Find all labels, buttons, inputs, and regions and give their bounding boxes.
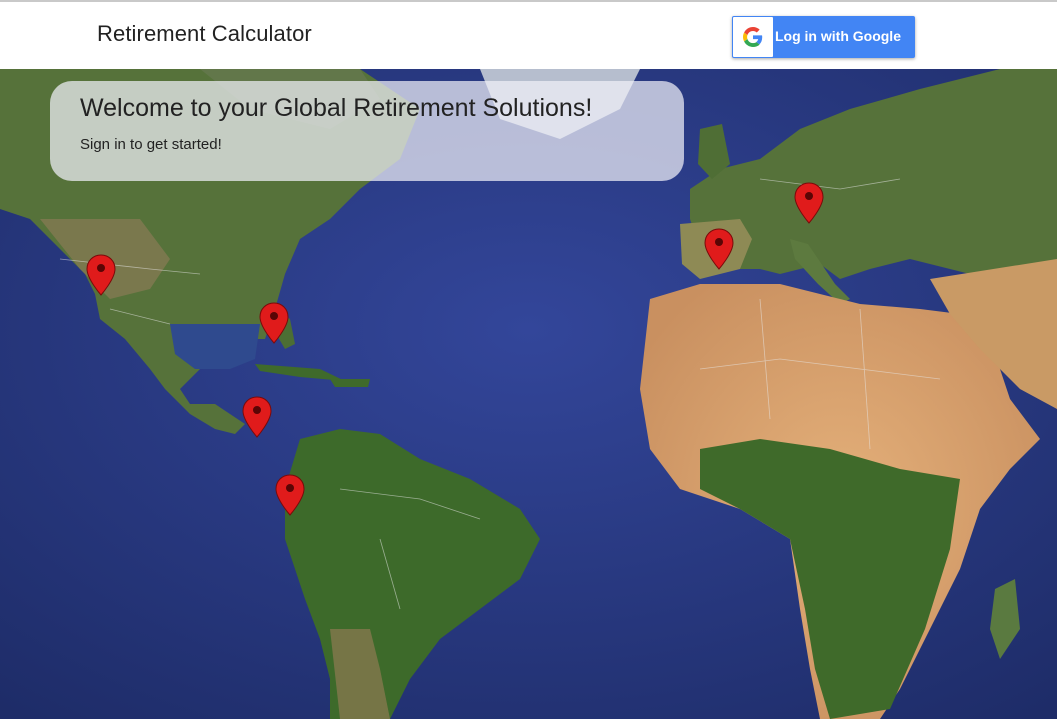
google-login-button[interactable]: Log in with Google [732,16,915,58]
marker-ecuador-icon[interactable] [275,474,305,516]
welcome-title: Welcome to your Global Retirement Soluti… [80,94,593,122]
welcome-subtitle: Sign in to get started! [80,136,222,153]
welcome-card: Welcome to your Global Retirement Soluti… [50,81,684,181]
marker-florida-icon[interactable] [259,302,289,344]
google-logo-icon [733,17,773,57]
marker-southwest-usa-icon[interactable] [86,254,116,296]
app-title: Retirement Calculator [97,21,312,46]
marker-spain-icon[interactable] [704,228,734,270]
app-header: Retirement Calculator Log in with Google [0,2,1057,69]
marker-costa-rica-icon[interactable] [242,396,272,438]
google-login-label: Log in with Google [775,28,901,44]
marker-croatia-icon[interactable] [794,182,824,224]
